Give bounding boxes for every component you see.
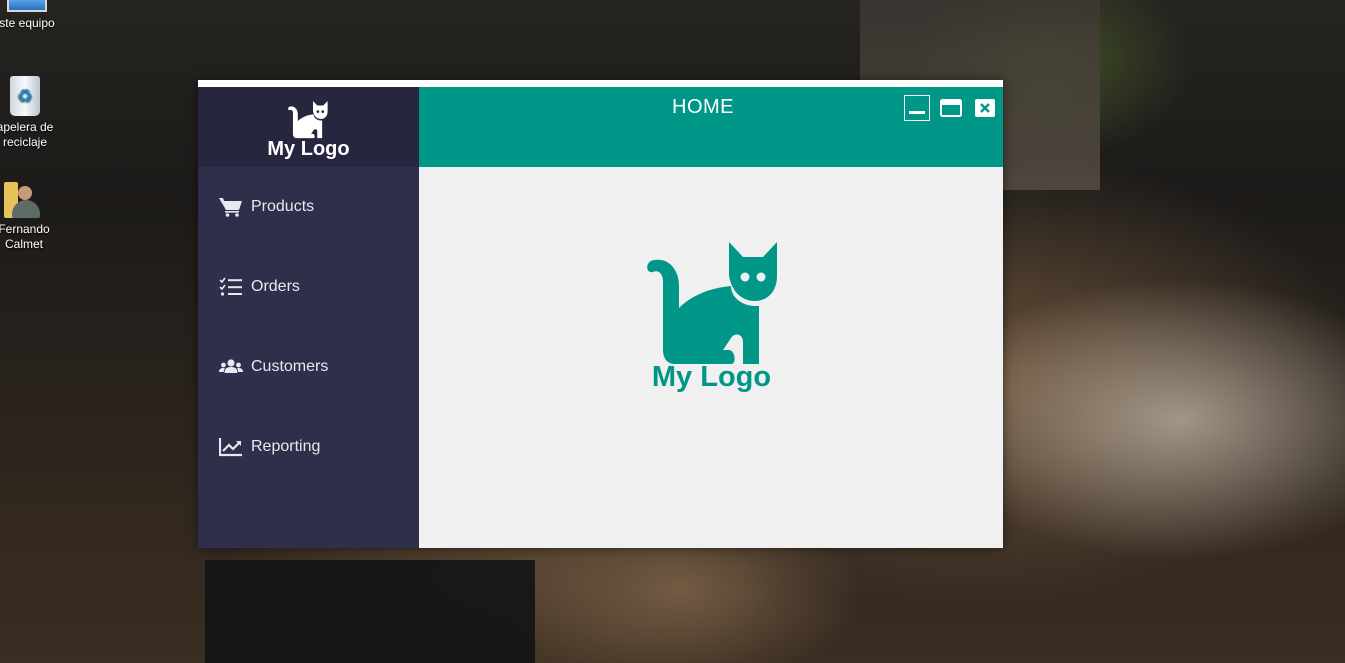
menu-item-products[interactable]: Products: [198, 167, 419, 247]
minimize-button[interactable]: [904, 95, 930, 121]
menu-item-label: Reporting: [251, 438, 321, 455]
minimize-icon: [909, 111, 925, 114]
checklist-icon: [219, 277, 243, 297]
user-folder-icon: [4, 178, 44, 218]
chart-icon: [219, 437, 243, 457]
sidebar: My Logo Products Orders Customers Report…: [198, 87, 419, 548]
app-window: My Logo Products Orders Customers Report…: [198, 80, 1003, 548]
menu-item-customers[interactable]: Customers: [198, 327, 419, 407]
menu-item-label: Products: [251, 198, 315, 215]
sidebar-menu: Products Orders Customers Reporting: [198, 167, 419, 487]
cart-icon: [219, 197, 243, 217]
desktop-icon-label-line2: reciclaje: [2, 135, 47, 149]
close-button[interactable]: [972, 95, 998, 121]
menu-item-reporting[interactable]: Reporting: [198, 407, 419, 487]
menu-item-label: Orders: [251, 278, 300, 295]
menu-item-label: Customers: [251, 358, 329, 375]
content-logo-text: My Logo: [651, 361, 772, 393]
desktop-icon-label: ste equipo: [0, 16, 55, 30]
sidebar-logo[interactable]: My Logo: [198, 87, 419, 167]
maximize-button[interactable]: [938, 95, 964, 121]
wallpaper-keyboard: [205, 560, 535, 663]
cat-logo-large-icon: [647, 242, 777, 364]
desktop-icon-this-pc[interactable]: ste equipo: [0, 0, 62, 31]
cat-logo-icon: [288, 101, 328, 139]
desktop-icon-user-folder[interactable]: Fernando Calmet: [0, 178, 59, 252]
desktop-icon-label-line1: Fernando: [0, 222, 50, 236]
title-bar[interactable]: HOME: [419, 87, 1003, 167]
desktop-icon-label-line2: Calmet: [4, 237, 43, 251]
computer-icon: [7, 0, 47, 12]
recycle-bin-icon: ♻: [10, 76, 40, 116]
maximize-icon: [940, 99, 962, 117]
main-content: My Logo: [419, 167, 1003, 548]
desktop-icon-label-line1: apelera de: [0, 120, 54, 134]
logo-text: My Logo: [267, 138, 350, 160]
menu-item-orders[interactable]: Orders: [198, 247, 419, 327]
page-title: HOME: [672, 96, 734, 118]
close-icon: [975, 99, 995, 117]
users-icon: [219, 357, 243, 377]
desktop-icon-recycle-bin[interactable]: ♻ apelera de reciclaje: [0, 76, 60, 150]
